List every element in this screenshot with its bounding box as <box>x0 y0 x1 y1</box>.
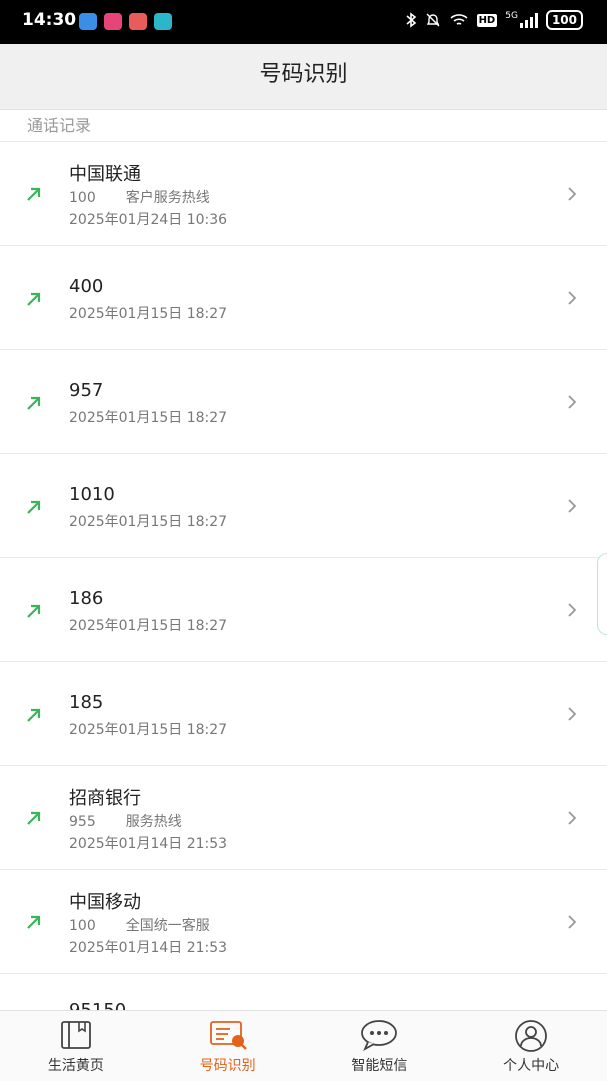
outgoing-call-icon <box>27 292 41 306</box>
status-time: 14:30 <box>22 10 77 30</box>
outgoing-call-icon <box>27 187 41 201</box>
call-row[interactable]: 中国联通 100 客户服务热线 2025年01月24日 10:36 <box>0 141 607 245</box>
call-date: 2025年01月24日 10:36 <box>69 212 228 228</box>
tab-label: 智能短信 <box>351 1058 408 1074</box>
floating-edge-handle[interactable] <box>597 553 607 635</box>
call-date: 2025年01月15日 18:27 <box>69 722 228 738</box>
book-icon <box>60 1021 91 1049</box>
caller-name: 957 <box>69 380 104 401</box>
bottom-tab-bar: 生活黄页 号码识别 智能短信 个人中心 <box>0 1010 607 1081</box>
app-notification-icon <box>79 13 97 30</box>
chevron-right-icon <box>568 187 577 201</box>
call-date: 2025年01月15日 18:27 <box>69 618 228 634</box>
call-row[interactable]: 中国移动 100 全国统一客服 2025年01月14日 21:53 <box>0 869 607 973</box>
outgoing-call-icon <box>27 708 41 722</box>
call-row[interactable]: 招商银行 955 服务热线 2025年01月14日 21:53 <box>0 765 607 869</box>
chevron-right-icon <box>568 291 577 305</box>
caller-number: 100 全国统一客服 <box>69 918 210 934</box>
chevron-right-icon <box>568 811 577 825</box>
app-notification-icon <box>129 13 147 30</box>
battery-icon: 100 <box>545 10 583 30</box>
call-row[interactable]: 400 2025年01月15日 18:27 <box>0 245 607 349</box>
tab-label: 号码识别 <box>199 1058 256 1074</box>
sms-bubble-icon <box>361 1020 398 1051</box>
caller-number: 955 服务热线 <box>69 814 182 830</box>
tab-number-recognition[interactable]: 号码识别 <box>152 1011 304 1081</box>
outgoing-call-icon <box>27 915 41 929</box>
call-row[interactable]: 1010 2025年01月15日 18:27 <box>0 453 607 557</box>
signal-icon <box>519 12 538 28</box>
call-row[interactable]: 186 2025年01月15日 18:27 <box>0 557 607 661</box>
caller-number: 100 客户服务热线 <box>69 190 210 206</box>
status-indicators: HD 5G 100 <box>405 10 583 30</box>
outgoing-call-icon <box>27 811 41 825</box>
call-log-list: 中国联通 100 客户服务热线 2025年01月24日 10:36 400 202… <box>0 141 607 1077</box>
outgoing-call-icon <box>27 604 41 618</box>
app-notification-icon <box>154 13 172 30</box>
call-date: 2025年01月14日 21:53 <box>69 940 228 956</box>
caller-name: 中国联通 <box>69 164 141 185</box>
caller-name: 186 <box>69 588 104 609</box>
wifi-icon <box>450 14 468 25</box>
mute-bell-icon <box>426 13 440 27</box>
tab-smart-sms[interactable]: 智能短信 <box>304 1011 456 1081</box>
call-date: 2025年01月15日 18:27 <box>69 514 228 530</box>
call-row[interactable]: 957 2025年01月15日 18:27 <box>0 349 607 453</box>
person-icon <box>515 1020 548 1052</box>
tab-label: 个人中心 <box>503 1058 560 1074</box>
bluetooth-icon <box>406 12 416 28</box>
chevron-right-icon <box>568 499 577 513</box>
tab-personal-center[interactable]: 个人中心 <box>455 1011 607 1081</box>
caller-name: 招商银行 <box>69 788 141 809</box>
tab-yellow-pages[interactable]: 生活黄页 <box>0 1011 152 1081</box>
chevron-right-icon <box>568 603 577 617</box>
chevron-right-icon <box>568 915 577 929</box>
chevron-right-icon <box>568 707 577 721</box>
caller-name: 400 <box>69 276 104 297</box>
outgoing-call-icon <box>27 396 41 410</box>
call-date: 2025年01月15日 18:27 <box>69 306 228 322</box>
outgoing-call-icon <box>27 500 41 514</box>
caller-name: 185 <box>69 692 104 713</box>
call-date: 2025年01月15日 18:27 <box>69 410 228 426</box>
page-title: 号码识别 <box>0 44 607 110</box>
status-bar: 14:30 HD 5G 100 <box>0 0 607 44</box>
app-notification-icon <box>104 13 122 30</box>
call-row[interactable]: 185 2025年01月15日 18:27 <box>0 661 607 765</box>
status-app-icons <box>79 13 172 30</box>
number-recognition-icon <box>209 1021 247 1050</box>
caller-name: 1010 <box>69 484 115 505</box>
chevron-right-icon <box>568 395 577 409</box>
tab-label: 生活黄页 <box>47 1058 104 1074</box>
call-date: 2025年01月14日 21:53 <box>69 836 228 852</box>
hd-badge: HD <box>476 13 498 27</box>
network-type: 5G <box>505 11 518 21</box>
section-label-call-log: 通话记录 <box>27 116 92 135</box>
caller-name: 中国移动 <box>69 892 141 913</box>
